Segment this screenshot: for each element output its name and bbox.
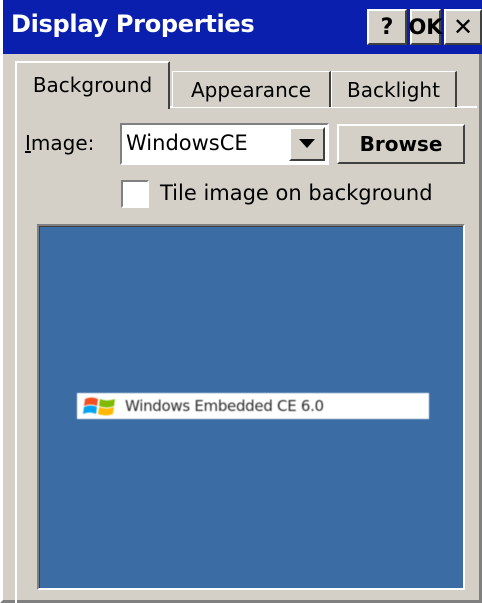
windows-ce-logo: Windows Embedded CE 6.0 [77,393,429,419]
tab-strip: Background Appearance Backlight [15,61,477,109]
background-preview: Windows Embedded CE 6.0 [37,224,465,590]
help-button[interactable]: ? [367,9,407,45]
tab-appearance[interactable]: Appearance [172,71,331,107]
tab-background-label: Background [32,73,153,97]
tab-background[interactable]: Background [15,61,170,109]
title-bar: Display Properties ? OK ✕ [3,0,482,54]
image-label: Image: [25,131,94,155]
tab-backlight-label: Backlight [347,77,440,102]
ok-button[interactable]: OK [408,9,443,45]
tab-backlight[interactable]: Backlight [331,71,457,107]
tab-appearance-label: Appearance [190,77,312,102]
windows-flag-icon [83,397,115,416]
window-title: Display Properties [11,10,255,38]
tile-image-checkbox[interactable] [121,180,149,208]
logo-text: Windows Embedded CE 6.0 [125,397,324,415]
image-combobox-value: WindowsCE [126,131,248,155]
help-icon: ? [380,14,394,40]
image-dropdown-button[interactable] [289,127,325,161]
browse-button-label: Browse [359,132,443,156]
ok-button-label: OK [408,15,443,39]
image-label-rest: mage: [30,131,95,155]
close-icon: ✕ [452,13,474,41]
close-button[interactable]: ✕ [444,9,482,45]
tile-image-label: Tile image on background [160,181,433,205]
display-properties-window: Display Properties ? OK ✕ Background App… [0,0,482,603]
browse-button[interactable]: Browse [337,124,465,164]
image-combobox[interactable]: WindowsCE [120,123,329,165]
chevron-down-icon [299,139,315,148]
